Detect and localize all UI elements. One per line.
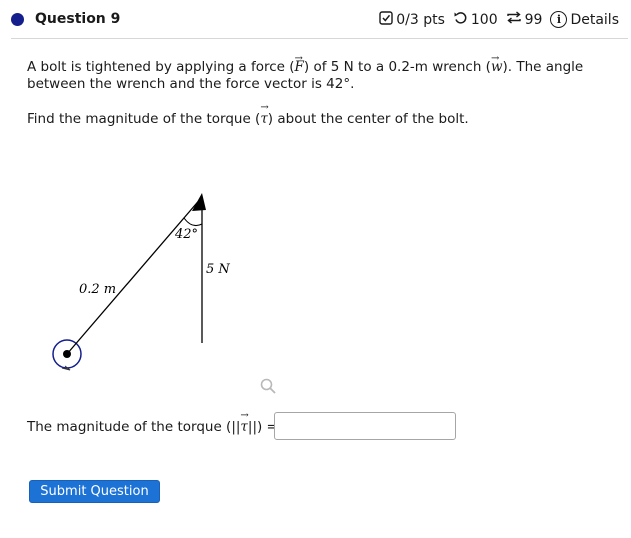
submit-question-button[interactable]: Submit Question xyxy=(29,480,160,503)
problem-question: Find the magnitude of the torque (τ) abo… xyxy=(27,111,469,127)
retries-count: 99 xyxy=(524,11,543,28)
wrench-symbol: w xyxy=(491,59,503,75)
attempts-remaining: 100 xyxy=(470,11,498,28)
answer-label: The magnitude of the torque (||τ||) = xyxy=(27,419,278,435)
checkbox-icon xyxy=(379,10,393,29)
wrench-length-label: 0.2 m xyxy=(79,282,116,297)
torque-answer-input[interactable] xyxy=(274,412,456,440)
problem-text: A bolt is tightened by applying a force … xyxy=(27,59,607,93)
question-header: Question 9 0/3 pts 100 99 i Details xyxy=(0,0,631,40)
answer-torque-symbol: τ xyxy=(240,419,247,435)
torque-symbol: τ xyxy=(260,111,267,127)
info-icon[interactable]: i xyxy=(550,11,568,28)
wrench-line xyxy=(66,196,203,355)
force-arrowhead xyxy=(192,193,206,211)
angle-label: 42° xyxy=(174,227,198,242)
question-title: Question 9 xyxy=(35,11,121,27)
wrench-diagram: 42° 5 N 0.2 m xyxy=(52,193,230,371)
force-symbol: F xyxy=(295,59,304,75)
angle-arc xyxy=(183,217,203,226)
question-meta: 0/3 pts 100 99 i Details xyxy=(379,10,619,29)
status-dot xyxy=(11,13,24,26)
force-label: 5 N xyxy=(206,262,230,277)
header-divider xyxy=(11,38,628,39)
repeat-icon[interactable] xyxy=(506,10,522,29)
points-text: 0/3 pts xyxy=(396,11,445,28)
undo-icon[interactable] xyxy=(453,10,468,29)
details-link[interactable]: Details xyxy=(570,12,619,28)
magnify-icon[interactable] xyxy=(259,377,277,395)
